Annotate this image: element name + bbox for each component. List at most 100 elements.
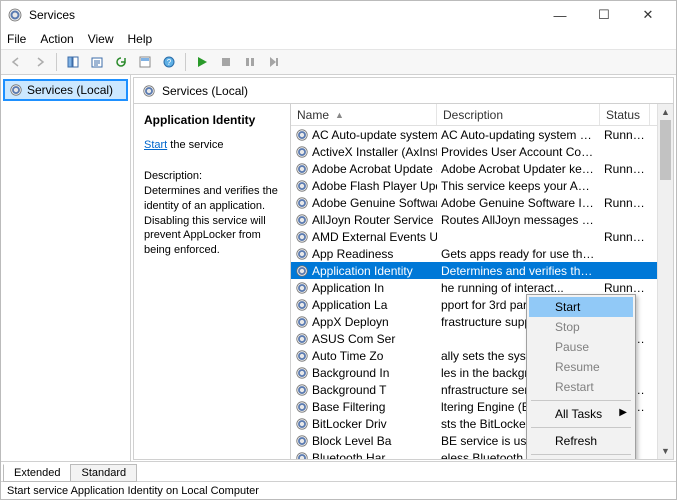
context-properties[interactable]: Properties [529, 458, 633, 459]
export-list-button[interactable] [86, 51, 108, 73]
tab-bar: Extended Standard [1, 461, 676, 481]
service-desc: Routes AllJoyn messages for the l... [437, 213, 600, 227]
service-name: App Readiness [312, 247, 393, 261]
restart-service-button[interactable] [263, 51, 285, 73]
service-icon [295, 366, 309, 380]
service-row[interactable]: AMD External Events Utility Running [291, 228, 673, 245]
properties-button[interactable] [134, 51, 156, 73]
service-icon [295, 230, 309, 244]
context-refresh[interactable]: Refresh [529, 431, 633, 451]
service-icon [295, 179, 309, 193]
back-button[interactable] [5, 51, 27, 73]
service-status: Running [600, 230, 650, 244]
title-bar: Services — ☐ ✕ [1, 1, 676, 29]
service-icon [295, 400, 309, 414]
service-name: Block Level Ba [312, 434, 391, 448]
service-row[interactable]: AC Auto-update systemAC Auto-updating sy… [291, 126, 673, 143]
pause-service-button[interactable] [239, 51, 261, 73]
column-status[interactable]: Status [600, 104, 650, 125]
service-desc: This service keeps your Adobe Fl... [437, 179, 600, 193]
sort-asc-icon: ▲ [335, 110, 344, 120]
context-restart: Restart [529, 377, 633, 397]
start-link[interactable]: Start [144, 139, 167, 151]
tab-extended[interactable]: Extended [3, 464, 71, 482]
service-icon [295, 281, 309, 295]
service-status: Running [600, 162, 650, 176]
service-desc: Adobe Acrobat Updater keeps yo... [437, 162, 600, 176]
window-title: Services [29, 8, 538, 22]
service-name: Application In [312, 281, 384, 295]
maximize-button[interactable]: ☐ [582, 1, 626, 29]
service-icon [295, 383, 309, 397]
service-name: ActiveX Installer (AxInstSV) [312, 145, 437, 159]
service-name: ASUS Com Ser [312, 332, 395, 346]
tab-standard[interactable]: Standard [70, 464, 137, 482]
scroll-thumb[interactable] [660, 120, 671, 180]
menu-help[interactable]: Help [128, 32, 153, 46]
context-resume: Resume [529, 357, 633, 377]
service-name: BitLocker Driv [312, 417, 387, 431]
service-icon [295, 332, 309, 346]
minimize-button[interactable]: — [538, 1, 582, 29]
right-pane: Services (Local) Application Identity St… [133, 77, 674, 460]
show-hide-tree-button[interactable] [62, 51, 84, 73]
services-window: Services — ☐ ✕ File Action View Help ? [0, 0, 677, 500]
start-service-button[interactable] [191, 51, 213, 73]
services-icon [142, 84, 156, 98]
service-icon [295, 417, 309, 431]
service-desc: Provides User Account Control v... [437, 145, 600, 159]
toolbar: ? [1, 49, 676, 75]
service-desc: Determines and verifies the ident... [437, 264, 600, 278]
service-name: Background T [312, 383, 387, 397]
service-row[interactable]: ActiveX Installer (AxInstSV)Provides Use… [291, 143, 673, 160]
service-row[interactable]: Adobe Genuine Software In...Adobe Genuin… [291, 194, 673, 211]
service-name: AllJoyn Router Service [312, 213, 433, 227]
service-row[interactable]: App ReadinessGets apps ready for use the… [291, 245, 673, 262]
service-row[interactable]: Application Identity Determines and verif… [291, 262, 673, 279]
tree-root-services-local[interactable]: Services (Local) [3, 79, 128, 101]
help-button[interactable]: ? [158, 51, 180, 73]
service-row[interactable]: AllJoyn Router Service Routes AllJoyn mes… [291, 211, 673, 228]
tree-pane: Services (Local) [1, 75, 131, 462]
service-name: Adobe Genuine Software In... [312, 196, 437, 210]
column-name[interactable]: Name▲ [291, 104, 437, 125]
vertical-scrollbar[interactable]: ▲ ▼ [657, 104, 673, 459]
scroll-down-button[interactable]: ▼ [658, 443, 673, 459]
scroll-up-button[interactable]: ▲ [658, 104, 673, 120]
menu-file[interactable]: File [7, 32, 26, 46]
forward-button[interactable] [29, 51, 51, 73]
service-name: AMD External Events Utility [312, 230, 437, 244]
service-icon [295, 315, 309, 329]
service-name: Base Filtering [312, 400, 385, 414]
service-icon [295, 451, 309, 460]
service-icon [295, 196, 309, 210]
service-name: Application Identity [312, 264, 413, 278]
service-icon [295, 145, 309, 159]
refresh-button[interactable] [110, 51, 132, 73]
context-pause: Pause [529, 337, 633, 357]
close-button[interactable]: ✕ [626, 1, 670, 29]
service-name: Auto Time Zo [312, 349, 383, 363]
description-text: Determines and verifies the identity of … [144, 184, 280, 258]
menu-view[interactable]: View [88, 32, 114, 46]
service-icon [295, 247, 309, 261]
service-status: Running [600, 128, 650, 142]
context-start[interactable]: Start [529, 297, 633, 317]
service-row[interactable]: Adobe Acrobat Update Serv...Adobe Acroba… [291, 160, 673, 177]
context-all-tasks[interactable]: All Tasks▶ [529, 404, 633, 424]
service-row[interactable]: Adobe Flash Player Update ...This servic… [291, 177, 673, 194]
column-description[interactable]: Description [437, 104, 600, 125]
service-name: Application La [312, 298, 387, 312]
stop-service-button[interactable] [215, 51, 237, 73]
service-name: AppX Deployn [312, 315, 389, 329]
context-menu: Start Stop Pause Resume Restart All Task… [526, 294, 636, 459]
service-name: Adobe Acrobat Update Serv... [312, 162, 437, 176]
service-name: Background In [312, 366, 389, 380]
menu-action[interactable]: Action [40, 32, 73, 46]
service-name: AC Auto-update system [312, 128, 437, 142]
service-name: Bluetooth Har [312, 451, 385, 460]
service-icon [295, 128, 309, 142]
service-status: Running [600, 196, 650, 210]
service-icon [295, 434, 309, 448]
service-icon [295, 264, 309, 278]
